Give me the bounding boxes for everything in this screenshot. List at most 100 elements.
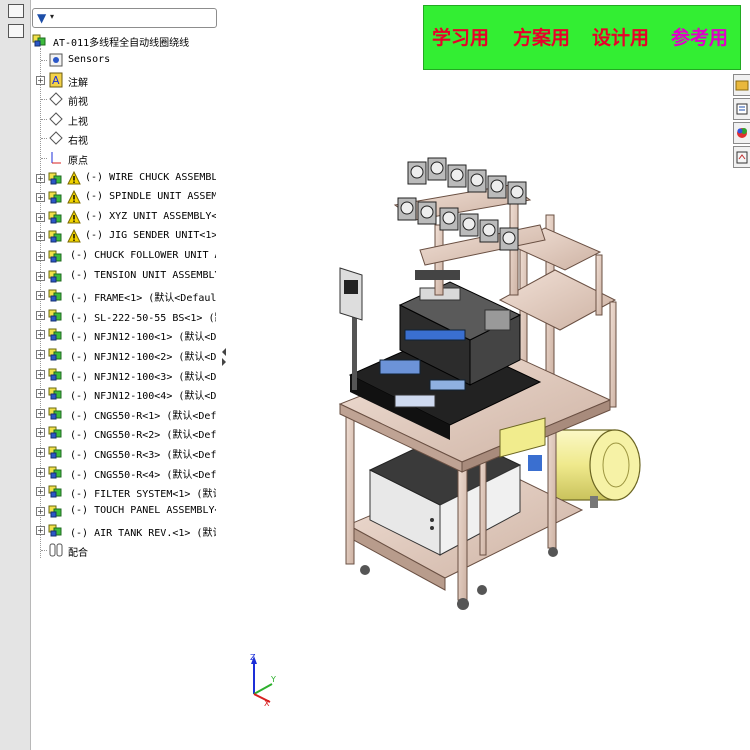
expand-icon[interactable]: + [36, 467, 45, 477]
expand-icon[interactable]: + [36, 75, 45, 85]
assembly-icon [48, 326, 64, 342]
expand-icon[interactable]: + [36, 448, 45, 457]
expand-icon[interactable]: + [36, 350, 45, 359]
expand-icon[interactable]: + [36, 252, 45, 261]
warning-icon [67, 170, 83, 187]
filter-icon[interactable]: ▼ [37, 11, 46, 25]
tree-connector [41, 99, 47, 101]
task-pane-toolbar [731, 70, 750, 180]
tree-item[interactable]: + (-) JIG SENDER UNIT<1> [30, 227, 216, 246]
tree-item[interactable]: + (-) CNGS50-R<4> (默认<Def [30, 463, 216, 482]
expand-icon[interactable]: + [36, 487, 45, 497]
expand-icon[interactable]: + [36, 173, 45, 183]
assembly-icon [48, 483, 64, 499]
expand-icon[interactable]: + [36, 389, 45, 399]
expand-icon[interactable]: + [36, 428, 45, 438]
tree-item[interactable]: 配合 [30, 541, 216, 560]
expand-icon[interactable]: + [36, 193, 45, 203]
tree-item-label: (-) NFJN12-100<4> (默认<D [70, 391, 216, 403]
tree-item[interactable]: + (-) TENSION UNIT ASSEMBLY [30, 267, 216, 286]
tree-root-assembly[interactable]: AT-011多线程全自动线圈绕线 [30, 31, 216, 50]
assembly-icon [48, 268, 64, 284]
tree-filter-input[interactable]: ▼ ▾ [32, 8, 217, 28]
panel-splitter[interactable] [219, 0, 231, 750]
tree-item[interactable]: + (-) NFJN12-100<2> (默认<D [30, 345, 216, 364]
tree-item[interactable]: + (-) WIRE CHUCK ASSEMBLY [30, 169, 216, 188]
assembly-icon [48, 228, 64, 244]
tree-item[interactable]: + (-) FRAME<1> (默认<Defaul [30, 286, 216, 305]
tree-item-label: (-) XYZ UNIT ASSEMBLY< [85, 210, 216, 222]
plane-icon [48, 91, 64, 107]
assembly-icon [48, 366, 64, 382]
banner-text-design: 设计用 [592, 27, 650, 49]
tree-connector [41, 60, 47, 61]
tree-item[interactable]: + A 注解 [30, 71, 216, 90]
tree-item-label: (-) TENSION UNIT ASSEMBLY [70, 269, 216, 281]
tree-item-label: (-) SPINDLE UNIT ASSEMB [85, 191, 216, 203]
expand-icon[interactable]: + [36, 506, 45, 516]
folder-icon[interactable] [733, 74, 750, 96]
expand-icon[interactable]: + [36, 232, 45, 242]
tree-item-label: 右视 [68, 136, 88, 148]
expand-icon[interactable]: + [36, 271, 45, 281]
coordinate-triad: Z Y X [250, 653, 276, 708]
expand-icon[interactable]: + [36, 212, 45, 222]
expand-icon[interactable]: + [36, 526, 45, 536]
expand-icon[interactable]: + [36, 291, 45, 301]
tree-item-label: (-) NFJN12-100<1> (默认<D [70, 332, 216, 344]
tree-item[interactable]: + (-) SPINDLE UNIT ASSEMB [30, 188, 216, 207]
properties-icon[interactable] [733, 98, 750, 120]
tree-item[interactable]: + (-) CNGS50-R<2> (默认<Def [30, 423, 216, 442]
y-axis-line [253, 683, 273, 695]
assembly-icon [48, 170, 64, 186]
tree-item[interactable]: + (-) FILTER SYSTEM<1> (默认 [30, 482, 216, 501]
tree-item[interactable]: Sensors [30, 51, 216, 70]
tree-item[interactable]: 前视 [30, 90, 216, 109]
tree-item-label: (-) SL-222-50-55 BS<1> (默 [70, 312, 216, 324]
watermark-banner: 学习用 方案用 设计用 参考用 [423, 5, 741, 70]
tree-item[interactable]: + (-) CNGS50-R<3> (默认<Def [30, 443, 216, 462]
z-axis-label: Z [250, 653, 256, 662]
tree-item-label: (-) CHUCK FOLLOWER UNIT AS [70, 250, 216, 261]
tree-item[interactable]: + (-) NFJN12-100<4> (默认<D [30, 384, 216, 403]
tree-item-label: (-) FILTER SYSTEM<1> (默认 [70, 489, 216, 501]
tree-item[interactable]: 原点 [30, 149, 216, 168]
expand-icon[interactable]: + [36, 330, 45, 340]
tree-item-label: (-) NFJN12-100<3> (默认<D [70, 371, 216, 383]
chevron-down-icon[interactable]: ▾ [50, 12, 54, 21]
tree-item[interactable]: + (-) AIR TANK REV.<1> (默认 [30, 521, 216, 540]
custom-properties-icon[interactable] [733, 146, 750, 168]
tree-item[interactable]: + (-) SL-222-50-55 BS<1> (默 [30, 306, 216, 325]
assembly-icon [48, 307, 64, 323]
tree-item[interactable]: 右视 [30, 129, 216, 148]
assembly-icon [48, 248, 64, 264]
expand-icon[interactable]: + [36, 310, 45, 320]
machine-model [338, 157, 641, 610]
tree-item[interactable]: + (-) TOUCH PANEL ASSEMBLY< [30, 502, 216, 521]
tree-item-label: Sensors [68, 54, 111, 65]
tree-item[interactable]: + (-) CHUCK FOLLOWER UNIT AS [30, 247, 216, 266]
sensors-icon [48, 52, 64, 68]
annotations-icon: A [48, 72, 64, 88]
appearance-icon[interactable] [733, 122, 750, 144]
tree-item[interactable]: + (-) NFJN12-100<1> (默认<D [30, 325, 216, 344]
tree-item[interactable]: + (-) XYZ UNIT ASSEMBLY< [30, 208, 216, 227]
tree-item-label: 上视 [68, 116, 88, 128]
tree-item[interactable]: + (-) NFJN12-100<3> (默认<D [30, 365, 216, 384]
property-tab-icon[interactable] [8, 24, 24, 38]
collapse-handle-icon[interactable] [221, 342, 227, 370]
assembly-icon [32, 32, 48, 48]
tree-item-label: (-) CNGS50-R<1> (默认<Def [70, 410, 216, 422]
assembly-icon [48, 444, 64, 460]
assembly-icon [48, 464, 64, 480]
svg-text:A: A [52, 74, 60, 87]
plane-icon [48, 111, 64, 127]
tree-connector [41, 118, 47, 120]
panel-tabs [0, 0, 31, 750]
tree-item-label: (-) FRAME<1> (默认<Defaul [70, 293, 216, 305]
tree-item[interactable]: + (-) CNGS50-R<1> (默认<Def [30, 404, 216, 423]
expand-icon[interactable]: + [36, 408, 45, 418]
tree-item[interactable]: 上视 [30, 110, 216, 129]
feature-tree-tab-icon[interactable] [8, 4, 24, 18]
expand-icon[interactable]: + [36, 369, 45, 379]
